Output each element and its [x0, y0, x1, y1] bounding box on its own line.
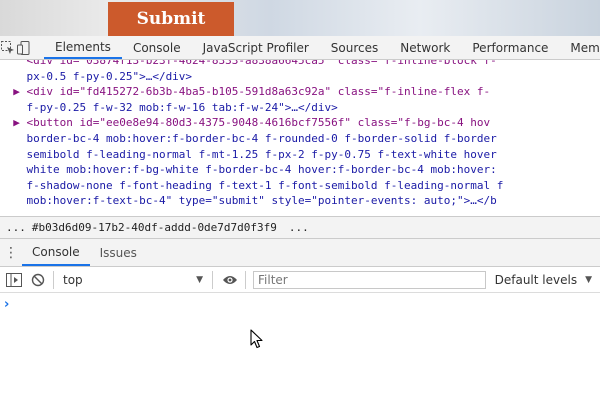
dom-line[interactable]: white mob:hover:f-bg-white f-border-bc-4… [0, 162, 600, 178]
elements-dom-tree[interactable]: <div id="03874f13-b23f-4624-8333-a838a66… [0, 60, 600, 216]
dom-line[interactable]: ▶ <div id="fd415272-6b3b-4ba5-b105-591d8… [0, 84, 600, 100]
dom-line[interactable]: semibold f-leading-normal f-mt-1.25 f-px… [0, 147, 600, 163]
default-levels-dropdown[interactable]: Default levels ▼ [495, 273, 592, 287]
devtools-toolbar: Elements Console JavaScript Profiler Sou… [0, 36, 600, 60]
dom-line[interactable]: border-bc-4 mob:hover:f-border-bc-4 f-ro… [0, 131, 600, 147]
context-selector[interactable]: top ▼ [59, 273, 207, 287]
context-value: top [63, 272, 83, 287]
tab-memory[interactable]: Memo [559, 36, 600, 59]
tab-network[interactable]: Network [389, 36, 461, 59]
filter-input[interactable] [253, 270, 486, 289]
tab-performance[interactable]: Performance [461, 36, 559, 59]
dom-line[interactable]: ▶ <button id="ee0e8e94-80d3-4375-9048-46… [0, 115, 600, 131]
drawer-tab-issues[interactable]: Issues [90, 239, 147, 266]
mouse-pointer-icon [250, 329, 264, 352]
kebab-menu-icon[interactable]: ⋮ [0, 239, 22, 266]
console-toolbar-divider [53, 270, 54, 289]
breadcrumb-ellipsis-right[interactable]: ... [283, 221, 315, 234]
inspect-element-icon[interactable] [0, 36, 16, 60]
breadcrumb-item[interactable]: #b03d6d09-17b2-40df-addd-0de7d7d0f3f9 [26, 221, 283, 234]
console-sidebar-icon[interactable] [4, 270, 24, 290]
tab-javascript-profiler[interactable]: JavaScript Profiler [192, 36, 320, 59]
console-toolbar-divider [245, 270, 246, 289]
chevron-down-icon: ▼ [196, 274, 203, 285]
console-output[interactable]: › [0, 293, 600, 400]
page-background: Submit [0, 0, 600, 36]
levels-label: Default levels [494, 272, 578, 287]
chevron-down-icon: ▼ [585, 274, 592, 285]
console-toolbar-divider [212, 270, 213, 289]
device-toolbar-icon[interactable] [16, 36, 32, 60]
drawer-tab-console[interactable]: Console [22, 239, 90, 266]
tab-sources[interactable]: Sources [320, 36, 389, 59]
tab-console[interactable]: Console [122, 36, 192, 59]
drawer-header: ⋮ Console Issues [0, 239, 600, 267]
breadcrumb: ... #b03d6d09-17b2-40df-addd-0de7d7d0f3f… [0, 216, 600, 239]
tab-elements[interactable]: Elements [44, 36, 122, 59]
clear-console-icon[interactable] [28, 270, 48, 290]
dom-line[interactable]: px-0.5 f-py-0.25">…</div> [0, 69, 600, 85]
dom-line[interactable]: <div id="03874f13-b23f-4624-8333-a838a66… [0, 60, 600, 69]
dom-line[interactable]: mob:hover:f-text-bc-4" type="submit" sty… [0, 193, 600, 209]
dom-line[interactable]: f-py-0.25 f-w-32 mob:f-w-16 tab:f-w-24">… [0, 100, 600, 116]
submit-button[interactable]: Submit [108, 2, 234, 36]
devtools-tabs: Elements Console JavaScript Profiler Sou… [44, 36, 600, 59]
dom-line[interactable]: f-shadow-none f-font-heading f-text-1 f-… [0, 178, 600, 194]
breadcrumb-ellipsis-left[interactable]: ... [0, 221, 26, 234]
console-prompt-icon: › [4, 297, 10, 312]
console-toolbar: top ▼ Default levels ▼ [0, 267, 600, 293]
live-expression-eye-icon[interactable] [220, 270, 240, 290]
